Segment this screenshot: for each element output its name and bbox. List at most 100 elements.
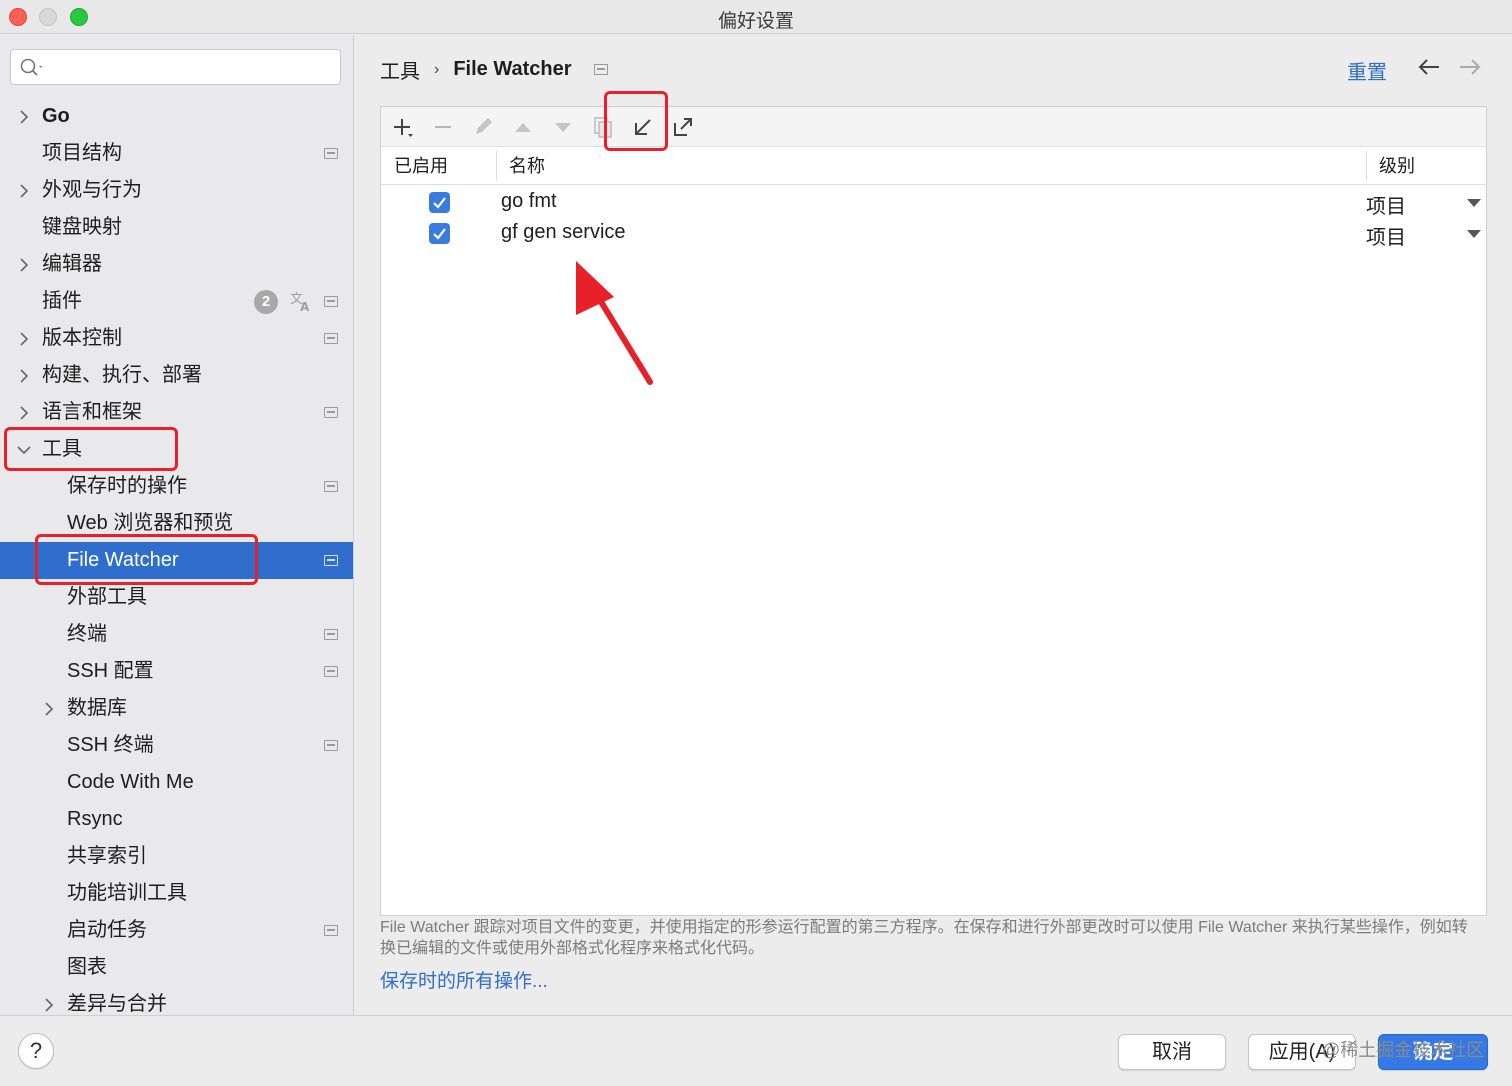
- tree-item-code-with-me[interactable]: Code With Me: [0, 764, 353, 801]
- plugins-update-badge: 2: [254, 290, 278, 314]
- tree-item-label: 差异与合并: [67, 993, 167, 1015]
- enabled-checkbox[interactable]: [429, 192, 450, 213]
- edit-icon[interactable]: [471, 115, 495, 139]
- watcher-name: go fmt: [501, 190, 557, 212]
- project-level-icon: [324, 481, 338, 492]
- column-divider: [1366, 151, 1367, 181]
- column-header-name[interactable]: 名称: [509, 147, 545, 185]
- search-input[interactable]: [51, 56, 331, 80]
- column-header-enabled[interactable]: 已启用: [394, 147, 448, 185]
- tree-item-go[interactable]: Go: [0, 98, 353, 135]
- tree-item-ssh-terminal[interactable]: SSH 终端: [0, 727, 353, 764]
- level-dropdown-icon[interactable]: [1467, 199, 1481, 207]
- breadcrumb-separator-icon: ›: [434, 60, 440, 78]
- checkmark-icon: [433, 197, 446, 209]
- annotation-box-tools: [4, 427, 178, 471]
- tree-item-appearance[interactable]: 外观与行为: [0, 172, 353, 209]
- tree-item-diff-merge[interactable]: 差异与合并: [0, 986, 353, 1015]
- tree-item-label: 共享索引: [67, 845, 147, 867]
- export-icon[interactable]: [671, 115, 695, 139]
- annotation-box-import-button: [604, 91, 668, 151]
- tree-item-startup-tasks[interactable]: 启动任务: [0, 912, 353, 949]
- project-level-icon: [324, 666, 338, 677]
- settings-sidebar: Go 项目结构 外观与行为 键盘映射 编辑器 插件 2 文 A 版本控制 构建、…: [0, 35, 354, 1015]
- breadcrumb: 工具 › File Watcher: [380, 55, 608, 84]
- table-row[interactable]: go fmt 项目: [381, 187, 1486, 218]
- tree-item-languages[interactable]: 语言和框架: [0, 394, 353, 431]
- tree-item-label: 键盘映射: [42, 216, 122, 238]
- help-button[interactable]: ?: [18, 1033, 54, 1069]
- chevron-right-icon[interactable]: [18, 369, 30, 383]
- window-titlebar: 偏好设置: [0, 0, 1512, 34]
- move-down-icon[interactable]: [551, 115, 575, 139]
- annotation-box-file-watcher: [35, 534, 258, 585]
- remove-icon[interactable]: [431, 115, 455, 139]
- chevron-right-icon[interactable]: [43, 998, 55, 1012]
- chevron-right-icon[interactable]: [18, 332, 30, 346]
- chevron-right-icon[interactable]: [43, 702, 55, 716]
- tree-item-shared-indexes[interactable]: 共享索引: [0, 838, 353, 875]
- column-divider: [496, 151, 497, 181]
- tree-item-database[interactable]: 数据库: [0, 690, 353, 727]
- tree-item-label: 功能培训工具: [67, 882, 187, 904]
- tree-item-label: 外观与行为: [42, 179, 142, 201]
- project-level-icon: [324, 148, 338, 159]
- move-up-icon[interactable]: [511, 115, 535, 139]
- project-level-icon: [324, 555, 338, 566]
- svg-text:A: A: [300, 300, 310, 313]
- tree-item-rsync[interactable]: Rsync: [0, 801, 353, 838]
- tree-item-build[interactable]: 构建、执行、部署: [0, 357, 353, 394]
- tree-item-label: 数据库: [67, 697, 127, 719]
- level-dropdown-icon[interactable]: [1467, 230, 1481, 238]
- window-title: 偏好设置: [717, 11, 794, 32]
- tree-item-editor[interactable]: 编辑器: [0, 246, 353, 283]
- tree-item-label: 启动任务: [67, 919, 147, 941]
- tree-item-label: SSH 配置: [67, 660, 154, 682]
- tree-item-label: Rsync: [67, 808, 123, 830]
- back-arrow-icon[interactable]: [1417, 57, 1441, 77]
- forward-arrow-icon[interactable]: [1458, 57, 1482, 77]
- add-icon[interactable]: [391, 115, 415, 139]
- tree-item-label: 构建、执行、部署: [42, 364, 202, 386]
- tree-item-diagrams[interactable]: 图表: [0, 949, 353, 986]
- cancel-button[interactable]: 取消: [1118, 1034, 1226, 1070]
- tree-item-vcs[interactable]: 版本控制: [0, 320, 353, 357]
- tree-item-keymap[interactable]: 键盘映射: [0, 209, 353, 246]
- tree-item-feature-trainer[interactable]: 功能培训工具: [0, 875, 353, 912]
- chevron-right-icon[interactable]: [18, 110, 30, 124]
- tree-item-label: 终端: [67, 623, 107, 645]
- tree-item-label: Go: [42, 105, 70, 127]
- tree-item-label: Code With Me: [67, 771, 194, 793]
- settings-content: 工具 › File Watcher 重置 已启用 名称 级别 go fmt 项目…: [355, 35, 1512, 1015]
- project-level-icon: [324, 629, 338, 640]
- watcher-level[interactable]: 项目: [1366, 221, 1406, 250]
- breadcrumb-current: File Watcher: [453, 58, 572, 80]
- enabled-checkbox[interactable]: [429, 223, 450, 244]
- tree-item-plugins[interactable]: 插件 2 文 A: [0, 283, 353, 320]
- tree-item-project-structure[interactable]: 项目结构: [0, 135, 353, 172]
- watcher-level[interactable]: 项目: [1366, 190, 1406, 219]
- chevron-right-icon[interactable]: [18, 184, 30, 198]
- tree-item-label: 项目结构: [42, 142, 122, 164]
- chevron-right-icon[interactable]: [18, 258, 30, 272]
- tree-item-label: 编辑器: [42, 253, 102, 275]
- column-header-level[interactable]: 级别: [1379, 147, 1415, 185]
- actions-on-save-link[interactable]: 保存时的所有操作...: [380, 966, 548, 993]
- chevron-right-icon[interactable]: [18, 406, 30, 420]
- project-level-icon: [324, 740, 338, 751]
- table-row[interactable]: gf gen service 项目: [381, 218, 1486, 249]
- watcher-name: gf gen service: [501, 221, 626, 243]
- checkmark-icon: [433, 228, 446, 240]
- tree-item-actions-on-save[interactable]: 保存时的操作: [0, 468, 353, 505]
- breadcrumb-parent[interactable]: 工具: [380, 55, 420, 84]
- tree-item-label: SSH 终端: [67, 734, 154, 756]
- description-text: File Watcher 跟踪对项目文件的变更，并使用指定的形参运行配置的第三方…: [380, 919, 1468, 957]
- search-box[interactable]: [10, 49, 341, 85]
- project-level-icon: [324, 296, 338, 307]
- tree-item-ssh-config[interactable]: SSH 配置: [0, 653, 353, 690]
- table-header: 已启用 名称 级别: [381, 147, 1486, 185]
- reset-link[interactable]: 重置: [1347, 56, 1387, 85]
- project-level-icon: [324, 925, 338, 936]
- tree-item-terminal[interactable]: 终端: [0, 616, 353, 653]
- project-level-icon: [593, 64, 608, 75]
